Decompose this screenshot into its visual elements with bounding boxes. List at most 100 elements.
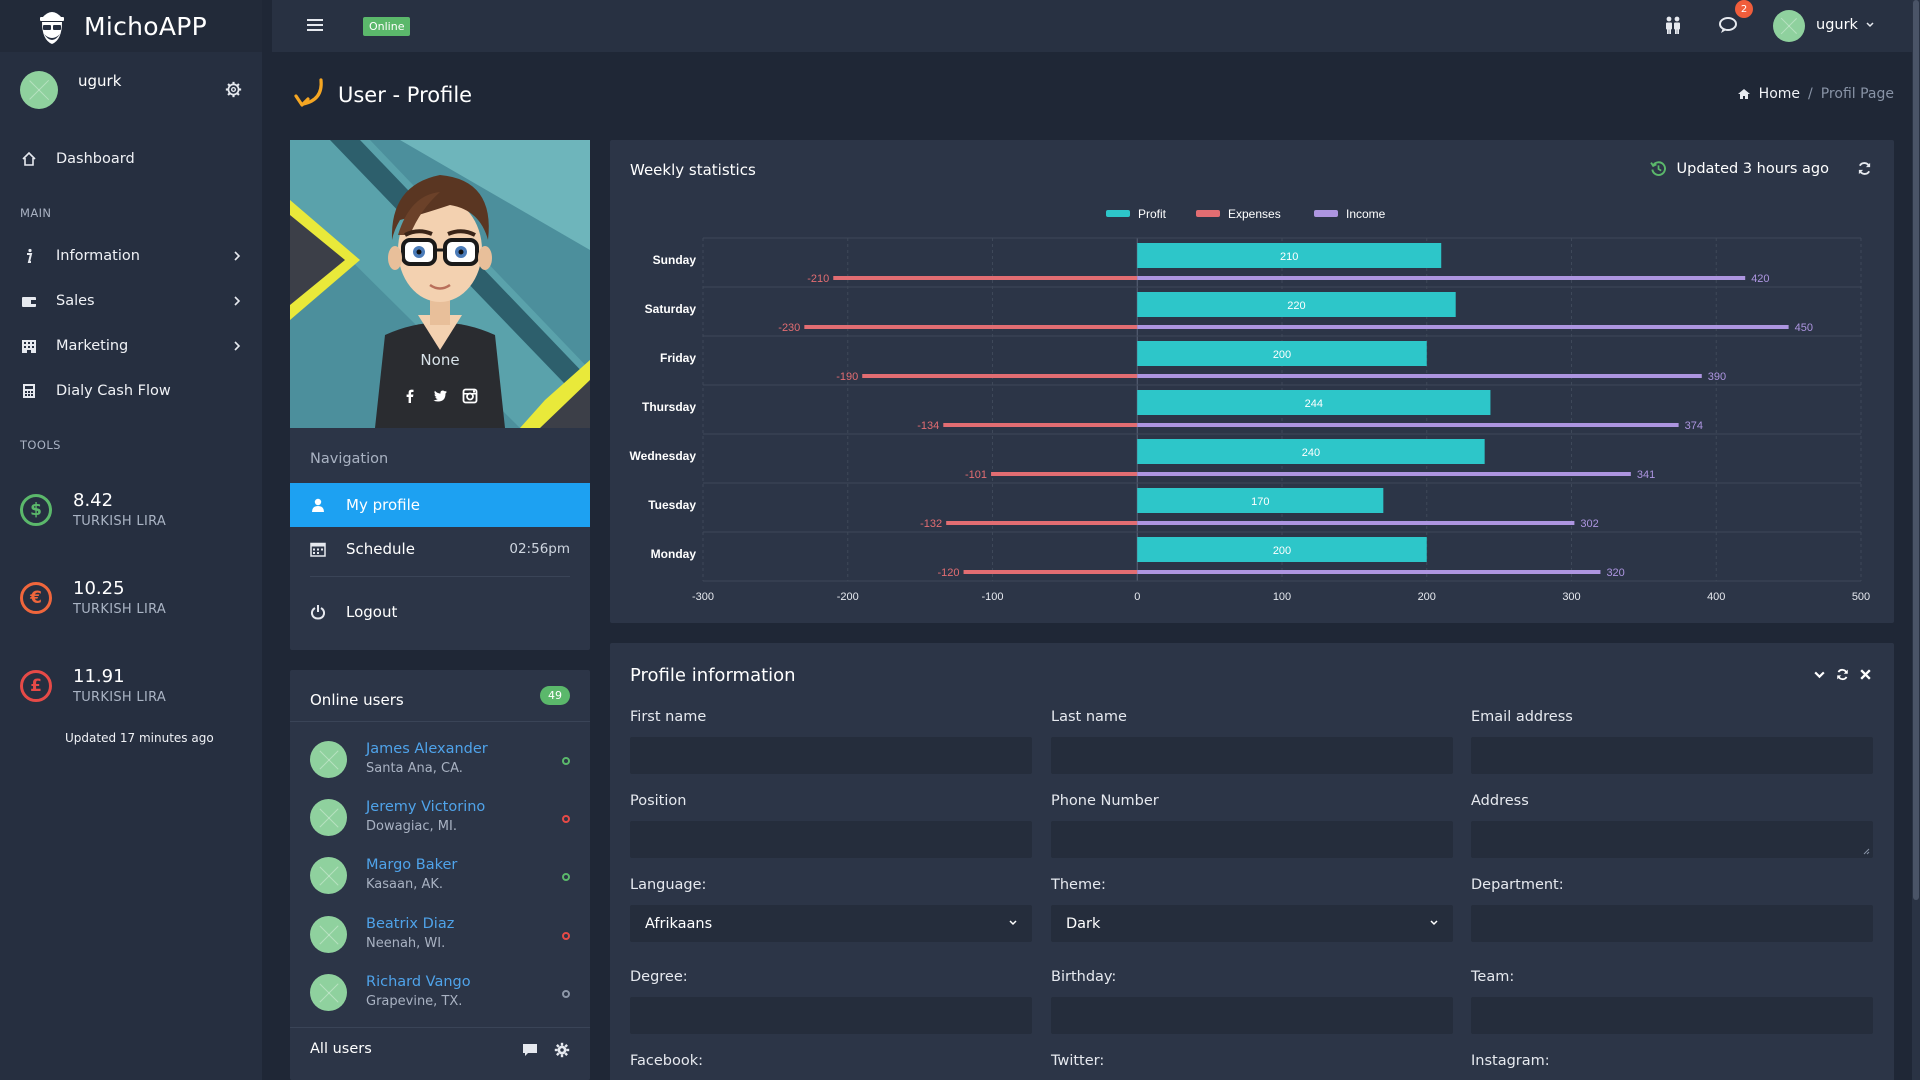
theme-select[interactable]: Dark [1051, 905, 1453, 942]
degree-input[interactable] [630, 997, 1032, 1034]
avatar[interactable] [310, 741, 347, 778]
expenses-data-label: -210 [807, 273, 829, 285]
expenses-bar [804, 325, 1138, 329]
chat-icon[interactable] [1718, 16, 1738, 34]
online-user-item[interactable]: Richard Vango Grapevine, TX. [310, 967, 570, 1017]
topbar-avatar[interactable] [1773, 10, 1805, 42]
building-icon [20, 337, 38, 355]
sidebar-avatar[interactable] [20, 71, 58, 109]
chevron-right-icon [234, 251, 241, 261]
user-name[interactable]: Beatrix Diaz [366, 916, 454, 932]
logo-icon [40, 12, 64, 44]
profile-cover-image [290, 140, 590, 428]
people-icon[interactable] [1663, 16, 1683, 34]
user-name[interactable]: Richard Vango [366, 974, 471, 990]
rate-value: 10.25 [73, 578, 125, 599]
refresh-icon[interactable] [1836, 668, 1849, 681]
x-tick-label: -100 [981, 591, 1003, 603]
breadcrumb-home[interactable]: Home [1759, 86, 1800, 102]
online-user-item[interactable]: Margo Baker Kasaan, AK. [310, 850, 570, 900]
income-data-label: 320 [1606, 567, 1624, 579]
sidebar-item-dashboard[interactable]: Dashboard [0, 140, 262, 178]
online-user-item[interactable]: Beatrix Diaz Neenah, WI. [310, 909, 570, 959]
legend-label: Expenses [1228, 207, 1281, 221]
divider [290, 721, 590, 722]
department-input[interactable] [1471, 905, 1873, 942]
x-tick-label: 300 [1562, 591, 1580, 603]
close-icon[interactable] [1859, 668, 1872, 681]
online-users-count: 49 [540, 686, 570, 705]
section-label-main: MAIN [20, 206, 52, 220]
y-category-label: Saturday [645, 302, 697, 316]
nav-my-profile[interactable]: My profile [290, 483, 590, 527]
position-label: Position [630, 793, 687, 809]
x-tick-label: -200 [837, 591, 859, 603]
language-select[interactable]: Afrikaans [630, 905, 1032, 942]
menu-icon[interactable] [307, 18, 323, 32]
home-icon [1737, 89, 1750, 99]
legend-swatch [1196, 210, 1220, 217]
profile-card: None Navigation My profile Schedule 02:5… [290, 140, 590, 650]
rate-unit: TURKISH LIRA [73, 690, 167, 705]
profile-information-panel: Profile information First name Last name… [610, 643, 1894, 1080]
all-users-link[interactable]: All users [310, 1041, 372, 1057]
y-category-label: Wednesday [630, 449, 697, 463]
dollar-icon: $ [20, 494, 52, 526]
user-name[interactable]: Margo Baker [366, 857, 457, 873]
last-name-label: Last name [1051, 709, 1127, 725]
avatar[interactable] [310, 799, 347, 836]
twitter-icon[interactable] [432, 388, 448, 404]
profile-name: None [420, 351, 460, 369]
rate-unit: TURKISH LIRA [73, 602, 167, 617]
team-input[interactable] [1471, 997, 1873, 1034]
resize-grip-icon[interactable] [1863, 848, 1870, 855]
nav-schedule[interactable]: Schedule 02:56pm [290, 527, 590, 571]
sidebar-item-information[interactable]: Information [0, 237, 262, 275]
settings-gear-icon[interactable] [225, 81, 242, 98]
profit-data-label: 244 [1305, 398, 1323, 410]
topbar-username[interactable]: ugurk [1816, 17, 1858, 33]
brand[interactable]: MichoAPP [0, 0, 262, 52]
collapse-chevron-icon[interactable] [1813, 668, 1826, 681]
phone-label: Phone Number [1051, 793, 1159, 809]
address-textarea[interactable] [1471, 821, 1873, 858]
page-scrollbar[interactable] [1912, 0, 1920, 1080]
user-name[interactable]: James Alexander [366, 741, 488, 757]
gear-icon[interactable] [554, 1042, 570, 1058]
instagram-icon[interactable] [462, 388, 478, 404]
notification-badge[interactable]: 2 [1735, 0, 1753, 18]
email-input[interactable] [1471, 737, 1873, 774]
chevron-down-icon[interactable] [1865, 21, 1875, 29]
schedule-time: 02:56pm [509, 541, 570, 557]
online-user-item[interactable]: Jeremy Victorino Dowagiac, MI. [310, 792, 570, 842]
position-input[interactable] [630, 821, 1032, 858]
avatar[interactable] [310, 916, 347, 953]
scrollbar-thumb[interactable] [1913, 0, 1919, 900]
facebook-icon[interactable] [402, 388, 418, 404]
legend-swatch [1106, 210, 1130, 217]
nav-divider [310, 576, 570, 577]
user-name[interactable]: Jeremy Victorino [366, 799, 485, 815]
last-name-input[interactable] [1051, 737, 1453, 774]
first-name-input[interactable] [630, 737, 1032, 774]
sidebar-item-marketing[interactable]: Marketing [0, 327, 262, 365]
avatar[interactable] [310, 857, 347, 894]
address-label: Address [1471, 793, 1529, 809]
status-dot [562, 990, 570, 998]
sidebar-item-sales[interactable]: Sales [0, 282, 262, 320]
online-user-item[interactable]: James Alexander Santa Ana, CA. [310, 734, 570, 784]
rate-value: 11.91 [73, 666, 125, 687]
theme-label: Theme: [1051, 877, 1106, 893]
income-bar [1137, 521, 1575, 525]
chevron-down-icon [1430, 920, 1438, 926]
sidebar-item-cash-flow[interactable]: Dialy Cash Flow [0, 372, 262, 410]
profit-data-label: 200 [1273, 349, 1291, 361]
nav-logout[interactable]: Logout [290, 590, 590, 634]
comment-icon[interactable] [522, 1042, 538, 1058]
birthday-input[interactable] [1051, 997, 1453, 1034]
avatar[interactable] [310, 974, 347, 1011]
income-bar [1137, 570, 1601, 574]
profit-data-label: 200 [1273, 545, 1291, 557]
expenses-bar [943, 423, 1138, 427]
phone-input[interactable] [1051, 821, 1453, 858]
